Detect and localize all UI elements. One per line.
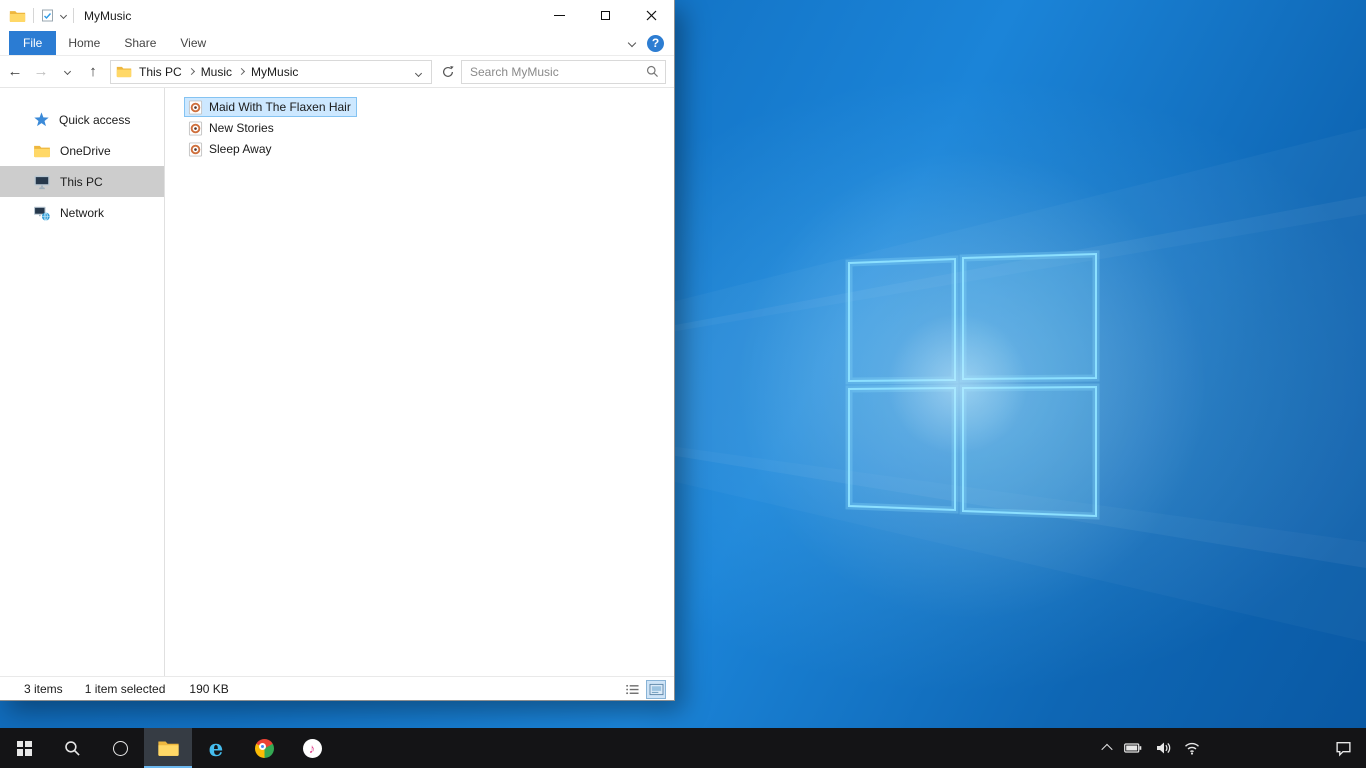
status-selection: 1 item selected: [84, 682, 166, 696]
computer-icon: [33, 174, 51, 190]
system-tray: [1101, 728, 1200, 768]
wifi-icon: [1184, 740, 1200, 756]
tab-file[interactable]: File: [9, 31, 57, 55]
close-icon: [646, 10, 656, 21]
folder-icon: [33, 144, 51, 158]
cortana-icon: [112, 740, 128, 756]
large-icons-view-button[interactable]: [646, 680, 666, 699]
media-file-icon: [188, 121, 203, 136]
address-box[interactable]: This PC Music MyMusic: [110, 59, 432, 84]
ribbon-tab-strip: File Home Share View ?: [0, 31, 674, 56]
itunes-icon: ♪: [302, 738, 322, 758]
address-bar: ← → ↑ This PC Music MyMusic: [0, 56, 674, 88]
search-icon[interactable]: [646, 65, 659, 78]
taskbar: e ♪: [0, 728, 1366, 768]
sidebar-item-network[interactable]: Network: [0, 197, 164, 228]
network-icon: [33, 205, 51, 221]
taskbar-file-explorer-button[interactable]: [144, 728, 192, 768]
minimize-button[interactable]: [536, 0, 582, 31]
breadcrumb-mymusic[interactable]: MyMusic: [250, 65, 299, 79]
details-view-button[interactable]: [622, 680, 642, 699]
search-box: [461, 59, 666, 84]
chrome-icon: [254, 738, 274, 758]
tab-share[interactable]: Share: [112, 31, 168, 55]
caption-buttons: [536, 0, 674, 31]
battery-icon: [1124, 743, 1142, 753]
back-button[interactable]: ←: [2, 59, 28, 85]
maximize-button[interactable]: [582, 0, 628, 31]
taskbar-internet-explorer-button[interactable]: e: [192, 728, 240, 768]
tab-view[interactable]: View: [168, 31, 218, 55]
search-icon: [64, 740, 81, 757]
status-item-count: 3 items: [24, 682, 63, 696]
refresh-icon: [441, 65, 455, 79]
breadcrumb-music[interactable]: Music: [200, 65, 233, 79]
window-title: MyMusic: [84, 8, 132, 23]
file-item-sleep-away[interactable]: Sleep Away: [184, 139, 278, 159]
maximize-icon: [600, 11, 610, 20]
taskbar-itunes-button[interactable]: ♪: [288, 728, 336, 768]
address-dropdown-button[interactable]: [412, 65, 425, 79]
file-list-area[interactable]: Maid With The Flaxen Hair New Stories Sl…: [165, 88, 674, 676]
close-button[interactable]: [628, 0, 674, 31]
file-item-maid-with-the-flaxen-hair[interactable]: Maid With The Flaxen Hair: [184, 97, 357, 117]
internet-explorer-icon: e: [208, 734, 224, 762]
sidebar-item-onedrive[interactable]: OneDrive: [0, 135, 164, 166]
status-size: 190 KB: [189, 682, 229, 696]
minimize-icon: [553, 15, 565, 16]
sidebar-item-this-pc[interactable]: This PC: [0, 166, 164, 197]
star-icon: [33, 111, 50, 128]
expand-ribbon-chevron-icon[interactable]: [627, 38, 637, 48]
help-button[interactable]: ?: [647, 34, 664, 52]
start-button[interactable]: [0, 728, 48, 768]
file-item-new-stories[interactable]: New Stories: [184, 118, 280, 138]
navigation-pane: Quick access OneDrive This PC Network: [0, 88, 165, 676]
volume-button[interactable]: [1155, 740, 1171, 756]
separator: [73, 8, 74, 23]
separator: [33, 8, 34, 23]
volume-icon: [1155, 740, 1171, 756]
details-view-icon: [625, 683, 640, 696]
quick-access-toolbar: [0, 8, 74, 23]
title-bar[interactable]: MyMusic: [0, 0, 674, 31]
window-folder-icon: [9, 9, 26, 23]
search-input[interactable]: [468, 63, 642, 80]
qat-properties-icon[interactable]: [41, 9, 54, 22]
refresh-button[interactable]: [435, 60, 461, 84]
taskbar-search-button[interactable]: [48, 728, 96, 768]
location-folder-icon: [116, 65, 132, 78]
up-button[interactable]: ↑: [80, 59, 106, 85]
chevron-up-icon: [1101, 743, 1113, 756]
qat-customize-chevron-icon[interactable]: [59, 11, 68, 20]
breadcrumb-this-pc[interactable]: This PC: [138, 65, 183, 79]
file-explorer-window: MyMusic File Home Share View ? ← → ↑ Thi…: [0, 0, 675, 701]
cortana-button[interactable]: [96, 728, 144, 768]
action-center-button[interactable]: [1320, 728, 1366, 768]
breadcrumb-chevron-icon[interactable]: [187, 67, 195, 76]
media-file-icon: [188, 142, 203, 157]
file-explorer-icon: [157, 739, 180, 757]
media-file-icon: [188, 100, 203, 115]
large-icons-view-icon: [649, 683, 664, 696]
taskbar-chrome-button[interactable]: [240, 728, 288, 768]
tab-home[interactable]: Home: [56, 31, 112, 55]
breadcrumb-chevron-icon[interactable]: [237, 67, 246, 76]
network-status-button[interactable]: [1184, 740, 1200, 756]
battery-status-button[interactable]: [1124, 743, 1142, 753]
show-hidden-icons-button[interactable]: [1101, 743, 1113, 756]
status-bar: 3 items 1 item selected 190 KB: [0, 676, 674, 701]
recent-locations-chevron-icon[interactable]: [54, 59, 80, 85]
action-center-icon: [1335, 740, 1352, 757]
windows-logo-icon: [16, 740, 32, 756]
forward-button[interactable]: →: [28, 59, 54, 85]
sidebar-item-quick-access[interactable]: Quick access: [0, 104, 164, 135]
